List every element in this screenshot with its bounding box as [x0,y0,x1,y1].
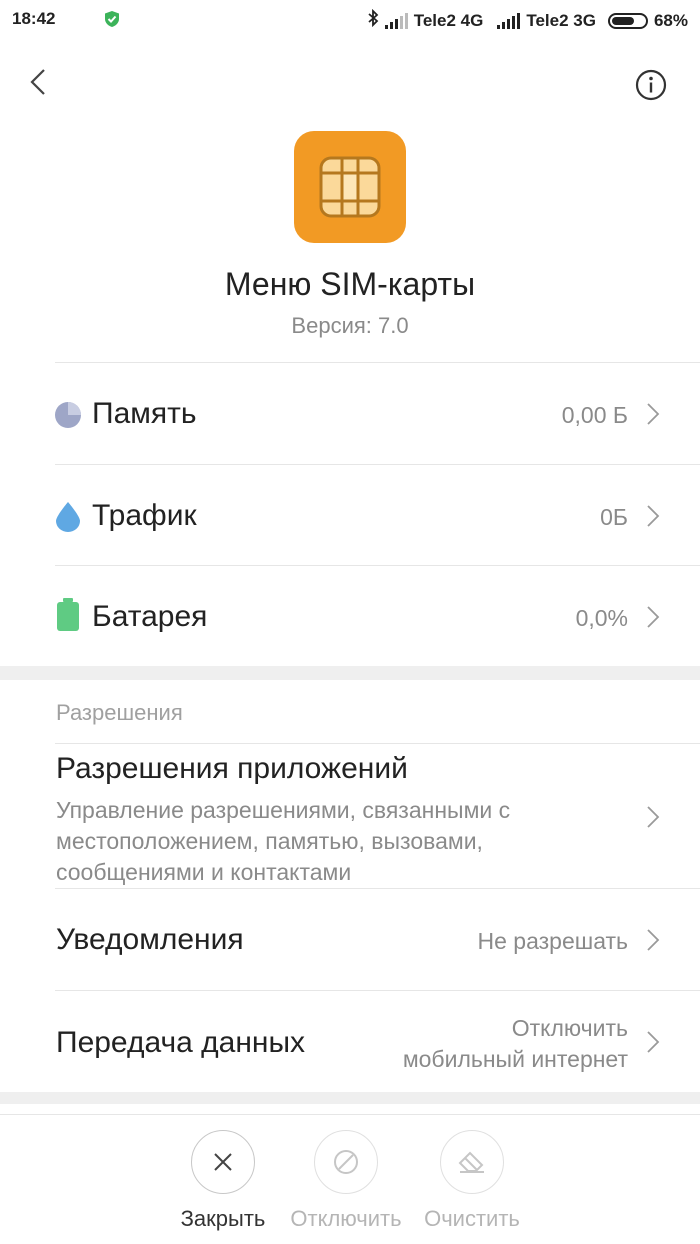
close-label: Закрыть [180,1206,266,1231]
battery-percent: 68% [653,10,688,30]
storage-row[interactable]: Память 0,00 Б [0,363,700,464]
data-transfer-label: Передача данных [56,1026,306,1059]
data-transfer-value-line1: Отключить [511,1015,628,1041]
section-title-permissions: Разрешения [56,700,183,725]
status-bar: 18:42 Tele2 4G Tele2 3G 68% [0,0,700,40]
data-transfer-value: Отключить мобильный интернет [403,1013,628,1075]
top-bar [0,50,700,120]
water-drop-icon [54,500,82,537]
app-permissions-description: Управление разрешениями, связанными с ме… [56,797,511,885]
chevron-right-icon [646,605,660,629]
section-separator [0,666,700,680]
traffic-value: 0Б [600,504,628,530]
clear-button[interactable]: Очистить [407,1130,537,1232]
app-version: Версия: 7.0 [291,313,409,338]
battery-icon [56,598,80,637]
signal-icon [497,12,521,29]
status-time: 18:42 [12,9,56,28]
traffic-label: Трафик [92,499,197,532]
chevron-right-icon [646,928,660,952]
action-bar: Закрыть Отключить Очистить [0,1116,700,1244]
battery-value: 0,0% [575,605,628,631]
notifications-value: Не разрешать [477,928,629,954]
shield-icon [104,10,120,33]
divider [0,1114,700,1115]
storage-label: Память [92,397,197,430]
info-icon[interactable] [634,68,668,102]
disable-button[interactable]: Отключить [281,1130,411,1232]
disable-label: Отключить [290,1206,402,1231]
data-transfer-value-line2: мобильный интернет [402,1046,628,1072]
data-transfer-row[interactable]: Передача данных Отключить мобильный инте… [0,991,700,1092]
carrier-1: Tele2 4G [413,10,484,30]
chevron-left-icon[interactable] [24,66,56,98]
chevron-right-icon [646,805,660,829]
battery-row[interactable]: Батарея 0,0% [0,566,700,666]
sim-card-icon [294,131,406,243]
battery-label: Батарея [92,600,208,633]
eraser-icon [458,1151,484,1173]
close-button[interactable]: Закрыть [158,1130,288,1232]
notifications-row[interactable]: Уведомления Не разрешать [0,889,700,990]
signal-icon [384,12,408,29]
chevron-right-icon [646,504,660,528]
clear-label: Очистить [424,1206,520,1231]
app-permissions-title: Разрешения приложений [56,752,408,785]
battery-icon [607,12,648,29]
app-name: Меню SIM-карты [224,266,476,302]
traffic-row[interactable]: Трафик 0Б [0,465,700,565]
storage-value: 0,00 Б [561,402,628,428]
notifications-label: Уведомления [56,923,244,956]
chevron-right-icon [646,402,660,426]
close-icon [214,1153,232,1171]
section-separator [0,1092,700,1104]
chevron-right-icon [646,1030,660,1054]
carrier-2: Tele2 3G [526,10,596,30]
bluetooth-icon [367,8,379,32]
storage-pie-icon [54,401,82,434]
disable-icon [334,1150,358,1174]
